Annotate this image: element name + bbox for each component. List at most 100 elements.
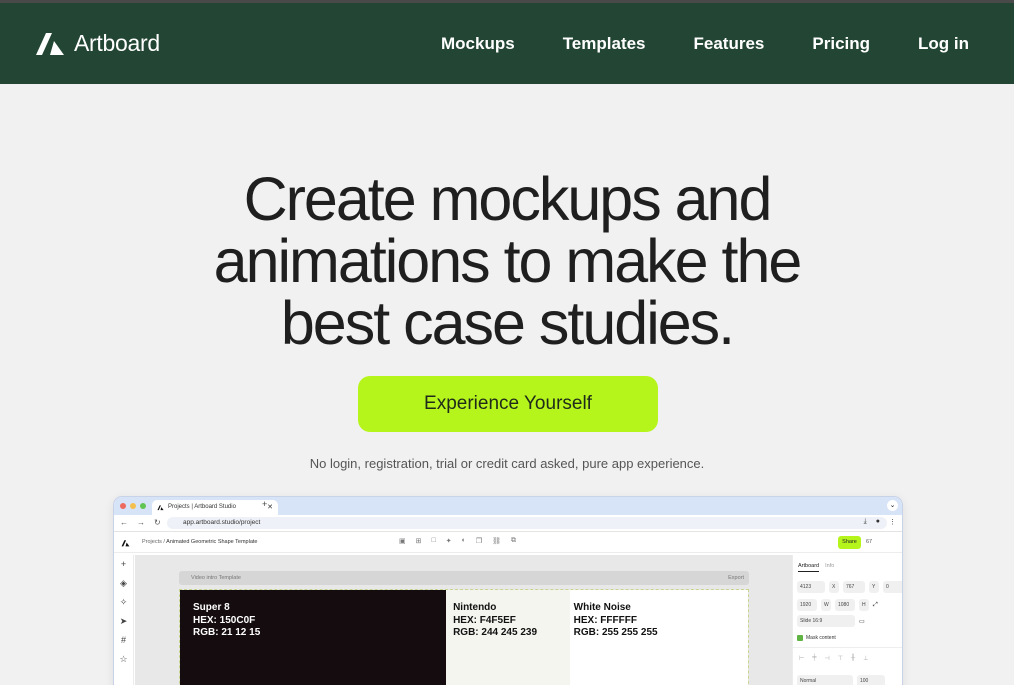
export-label: Export: [728, 575, 744, 581]
panel-divider: [793, 647, 902, 648]
frame-tool-icon: ▣: [399, 538, 406, 545]
back-arrow-icon: ←: [120, 518, 128, 527]
y-label: Y: [869, 581, 879, 593]
blend-row: Normal 100: [797, 675, 885, 685]
swatch-hex: HEX: 150C0F: [193, 614, 256, 626]
layers-tool-icon: ⧉: [511, 537, 517, 544]
star-icon: ☆: [119, 654, 128, 664]
site-header: Artboard Mockups Templates Features Pric…: [0, 3, 1014, 84]
align-bottom-icon: ⊥: [863, 656, 869, 662]
app-preview-screenshot: Projects | Artboard Studio ✕ + ⌄ ← → ↻ a…: [113, 496, 903, 685]
y-field: 767: [843, 581, 865, 593]
browser-address-bar: ← → ↻ app.artboard.studio/project ⤓ ● ⋮: [114, 515, 902, 532]
shape-tool-icon: □: [431, 537, 436, 544]
swatch-nintendo: Nintendo HEX: F4F5EF RGB: 244 245 239: [446, 590, 570, 685]
hero-title-line-2: animations to make the: [213, 227, 803, 295]
artboard-logo-icon: [36, 33, 64, 55]
forward-arrow-icon: →: [137, 518, 145, 527]
editor-canvas: Video intro Template Export Super 8 HEX:…: [135, 555, 792, 685]
height-field: 1080: [835, 599, 855, 611]
align-right-icon: ⊣: [824, 656, 830, 662]
add-icon: +: [120, 559, 127, 569]
mask-content-toggle: Mask content: [797, 635, 836, 641]
magic-tool-icon: ✦: [445, 538, 452, 545]
frame-mode-icon: ▭: [859, 618, 865, 625]
tab-close-icon: ✕: [267, 504, 273, 511]
artboard-title: Video intro Template: [191, 575, 241, 581]
tool-rail: + ◈ ✧ ➤ # ☆: [114, 555, 134, 685]
swatch-hex: HEX: FFFFFF: [573, 614, 637, 626]
size-row: 1920 W 1080 H ⤢: [797, 599, 878, 611]
hero-title-line-1: Create mockups and: [243, 165, 773, 233]
position-row: 4123 X 767 Y 0: [797, 581, 902, 593]
brand-name: Artboard: [74, 29, 160, 56]
align-middle-icon: ╫: [850, 655, 856, 661]
browser-tabbar: Projects | Artboard Studio ✕ + ⌄: [114, 497, 902, 515]
panel-tab-artboard: Artboard: [798, 563, 820, 572]
minimize-dot-icon: [130, 503, 136, 509]
hero-title-line-3: best case studies.: [280, 289, 735, 357]
x-field: 4123: [797, 581, 825, 593]
browser-actions: ⤓ ● ⋮: [864, 518, 896, 526]
editor-tools: ▣ ⊞ □ ✦ ◐ ❐ ⛓ ⧉: [399, 537, 516, 545]
nav-link-features[interactable]: Features: [694, 34, 765, 54]
nav-link-login[interactable]: Log in: [918, 34, 969, 54]
panel-tab-info: Info: [825, 563, 835, 569]
contrast-tool-icon: ◐: [461, 537, 466, 544]
ratio-select: Slide 16:9: [797, 615, 855, 627]
frame-icon: #: [120, 635, 126, 645]
hero-note: No login, registration, trial or credit …: [309, 456, 705, 471]
artboard-favicon-icon: [157, 505, 164, 511]
swatch-rgb: RGB: 244 245 239: [453, 627, 538, 638]
brand-logo[interactable]: Artboard: [34, 29, 160, 57]
breadcrumb-current: Animated Geometric Shape Template: [166, 539, 258, 545]
close-dot-icon: [120, 503, 126, 509]
breadcrumb-parent: Projects /: [142, 539, 165, 545]
new-tab-icon: +: [262, 499, 268, 509]
swatch-name: Nintendo: [453, 602, 497, 613]
duplicate-tool-icon: ❐: [475, 538, 483, 545]
swatch-name: White Noise: [573, 602, 631, 613]
rotation-field: 0: [883, 581, 902, 593]
checkbox-icon: [797, 635, 803, 641]
swatch-rgb: RGB: 255 255 255: [573, 627, 658, 638]
download-icon: ⤓: [863, 518, 867, 525]
swatch-white-noise: White Noise HEX: FFFFFF RGB: 255 255 255: [569, 590, 748, 685]
main-nav: Mockups Templates Features Pricing Log i…: [441, 34, 969, 54]
window-controls: [120, 503, 146, 509]
blend-mode-select: Normal: [797, 675, 853, 685]
reload-icon: ↻: [154, 518, 161, 527]
project-breadcrumb: Projects / Animated Geometric Shape Temp…: [142, 539, 257, 545]
zoom-level: 67: [866, 539, 873, 545]
artboard: Super 8 HEX: 150C0F RGB: 21 12 15 Ninten…: [179, 589, 749, 685]
align-center-icon: ╪: [812, 655, 817, 661]
h-label: H: [859, 599, 869, 611]
maximize-dot-icon: [140, 503, 146, 509]
experience-yourself-button[interactable]: Experience Yourself: [358, 376, 658, 432]
profile-icon: ●: [875, 518, 880, 525]
resize-icon: ⤢: [873, 601, 878, 608]
url-field: app.artboard.studio/project: [167, 517, 887, 529]
grid-tool-icon: ⊞: [415, 538, 422, 545]
align-top-icon: ⊤: [837, 656, 843, 662]
width-field: 1920: [797, 599, 817, 611]
sparkle-icon: ✧: [119, 597, 128, 607]
layers-icon: ◈: [120, 578, 127, 588]
nav-link-mockups[interactable]: Mockups: [441, 34, 515, 54]
select-arrow-icon: ➤: [119, 616, 128, 626]
ratio-row: Slide 16:9 ▭: [797, 615, 865, 627]
x-label: X: [829, 581, 839, 593]
nav-link-templates[interactable]: Templates: [563, 34, 646, 54]
tab-title: Projects | Artboard Studio: [168, 504, 236, 510]
nav-link-pricing[interactable]: Pricing: [812, 34, 870, 54]
mask-content-label: Mask content: [806, 635, 836, 641]
share-button: Share: [838, 536, 861, 549]
alignment-tools: ⊢ ╪ ⊣ ⊤ ╫ ⊥: [799, 655, 868, 662]
hero-title: Create mockups and animations to make th…: [0, 168, 1014, 354]
browser-tab: Projects | Artboard Studio ✕: [152, 500, 278, 515]
properties-panel: Artboard Info 4123 X 767 Y 0 1920 W 1080…: [792, 555, 902, 685]
w-label: W: [821, 599, 831, 611]
swatch-hex: HEX: F4F5EF: [453, 614, 516, 626]
tab-search-chevron-icon: ⌄: [887, 500, 898, 511]
artboard-header: Video intro Template Export: [179, 571, 749, 585]
